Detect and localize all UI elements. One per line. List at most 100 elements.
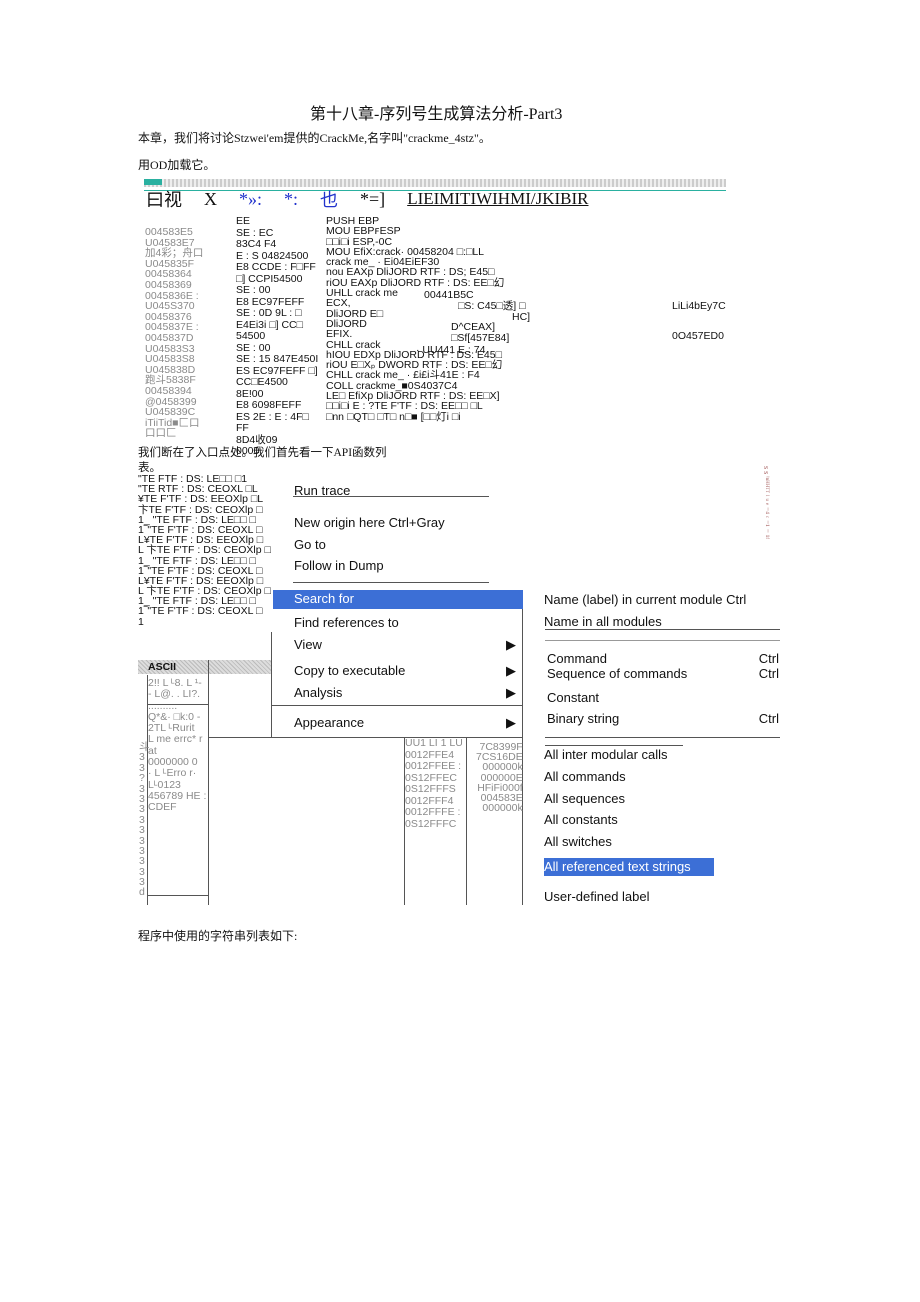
submenu-item[interactable]: All constants [544, 811, 776, 829]
load-paragraph: 用OD加载它。 [138, 158, 216, 172]
menu-item-label: Sequence of commands [547, 666, 688, 681]
stack-address: 0012FFFE : [405, 806, 461, 818]
submenu-item[interactable]: Binary string Ctrl [547, 710, 779, 728]
hex-cell: SE : 15 847E450I [236, 353, 319, 365]
menu-item-label: Binary string [547, 711, 620, 726]
context-menu-item[interactable]: Search for [273, 590, 523, 609]
hex-cell: E8 6098FEFF [236, 399, 302, 411]
context-menu-item[interactable]: Go to [294, 536, 504, 555]
context-menu-item[interactable]: Find references to [294, 614, 504, 633]
toolbar-button[interactable]: X [204, 189, 217, 210]
address-column: 004583E5 U04583E7 加4彩；舟口 U045835F 00458364 00… [145, 227, 203, 439]
toolbar: 曰视 X *»: *: 也 *=] LIEIMITIWIHMI/JKIBIR [146, 186, 588, 212]
submenu-arrow-icon: ▶ [506, 663, 516, 678]
menu-item-label: Name (label) in current module Ctrl [544, 592, 747, 607]
submenu-item[interactable]: All switches [544, 833, 776, 851]
side-vertical-text: s s ⁱⁿᴴᴴᵀᵀ ˡ ᵘ ᵉ ⁻⁴ ᶜ ⁻¹ ⁻ ¹ᶠ [762, 466, 771, 539]
dump-left-column: 斗 3 3? 3 3 3 3 3 3 3 3 3 3 d [139, 742, 150, 898]
hex-cell: SE : 0D 9L : □ [236, 307, 302, 319]
hex-column: EE SE : EC 83C4 F4 E : S 04824500 E8 CCDE : … [236, 216, 318, 458]
dump-row: - L@. . LI?. [148, 688, 201, 701]
context-menu-item[interactable]: Copy to executable ▶ [294, 662, 516, 681]
api-entry: 1‾"TE F'TF : DS: CEOXL □ [138, 605, 263, 618]
address-cell: 00458369 [145, 278, 192, 291]
menu-item-label: All constants [544, 812, 618, 827]
menu-item-shortcut: Ctrl [758, 666, 779, 681]
stack-address: 0012FFEE : [405, 760, 462, 772]
address-cell: 0045837D [145, 331, 194, 344]
instruction-column: PUSH EBP MOU EBPꜰESP □□i□i ESP,-0C MOU EfiX… [326, 216, 504, 422]
extra-text: D^CEAX] [451, 321, 496, 333]
menu-item-label: All referenced text strings [544, 859, 691, 874]
register-value: 0O457ED0 [672, 330, 724, 342]
dump-left-cell: ? [139, 772, 145, 785]
menu-item-label: All switches [544, 834, 612, 849]
intro-paragraph: 本章，我们将讨论Stzwei'em提供的CrackMe,名字叫"crackme_… [138, 131, 491, 145]
menu-item-label: All inter modular calls [544, 747, 668, 762]
menu-item-label: Command [547, 651, 607, 666]
mid-paragraph: 我们断在了入口点处。我们首先看一下API函数列 [138, 447, 387, 459]
app-icon [144, 179, 162, 185]
dump-header-ascii[interactable]: ASCII [148, 662, 176, 673]
api-list: "TE FTF : DS: LE□□ □1 "TE RTF : DS: CEOXL… [138, 474, 271, 627]
stack-value: 000000k [482, 802, 523, 815]
menu-item-label: New origin here Ctrl+Gray [294, 515, 445, 530]
menu-item-label: Find references to [294, 615, 399, 630]
toolbar-button[interactable]: *: [284, 189, 298, 210]
extra-text: □Sf[457E84] [451, 332, 510, 344]
context-menu-item[interactable]: New origin here Ctrl+Gray [294, 514, 504, 533]
menu-item-label: Name in all modules [544, 614, 662, 629]
hex-cell: SE : 00 [236, 284, 271, 296]
submenu-item[interactable]: User-defined label [544, 888, 776, 906]
dump-row: CDEF [148, 801, 177, 814]
hex-cell: EE [236, 215, 251, 227]
submenu-item[interactable]: All commands [544, 768, 776, 786]
api-entry: 1 [138, 615, 144, 628]
menu-item-shortcut: Ctrl [758, 711, 779, 726]
context-menu-item[interactable]: Appearance ▶ [294, 714, 516, 733]
submenu-item[interactable]: Constant [547, 689, 779, 707]
extra-text: □S: C45□透] □ [458, 300, 526, 312]
menu-item-label: Constant [547, 690, 600, 705]
address-cell: 口口匚 [145, 427, 177, 440]
toolbar-button[interactable]: LIEIMITIWIHMI/JKIBIR [407, 189, 588, 209]
address-cell: 00458394 [145, 384, 192, 397]
submenu-item[interactable]: Sequence of commands Ctrl [547, 665, 779, 683]
register-value: LiLi4bEy7C [672, 300, 726, 312]
submenu-arrow-icon: ▶ [506, 715, 516, 730]
address-cell: 004583E5 [145, 226, 193, 238]
submenu-arrow-icon: ▶ [506, 637, 516, 652]
toolbar-button[interactable]: *»: [239, 189, 262, 210]
page-title: 第十八章-序列号生成算法分析-Part3 [310, 106, 563, 123]
document-page: 第十八章-序列号生成算法分析-Part3 本章，我们将讨论Stzwei'em提供… [0, 0, 920, 1302]
hex-cell: 54500 [236, 330, 266, 342]
hex-cell: E8 CCDE : F□FF [236, 261, 316, 273]
dump-row: · L ᴸErro r· [148, 767, 197, 780]
instruction-cell: □nn □QT□ □T□ n□■ [□□灯i □i [326, 410, 461, 423]
menu-item-label: Go to [294, 537, 326, 552]
menu-item-label: All commands [544, 769, 626, 784]
submenu-item[interactable]: Name (label) in current module Ctrl [544, 591, 776, 609]
context-menu-item[interactable]: Run trace [294, 482, 504, 501]
menu-item-label: Analysis [294, 685, 343, 700]
footer-paragraph: 程序中使用的字符串列表如下: [138, 929, 298, 943]
submenu-item[interactable]: All inter modular calls [544, 746, 776, 764]
toolbar-button[interactable]: 曰视 [146, 186, 182, 212]
toolbar-button[interactable]: *=] [360, 189, 385, 210]
menu-item-label: All sequences [544, 791, 625, 806]
menu-item-label: View [294, 637, 322, 652]
dump-left-cell: d [139, 886, 145, 899]
context-menu-item[interactable]: View ▶ [294, 636, 516, 655]
submenu-item[interactable]: All referenced text strings [544, 858, 714, 876]
toolbar-button[interactable]: 也 [320, 186, 338, 212]
menu-item-label: Appearance [294, 715, 365, 730]
hex-cell: FF [236, 422, 249, 434]
menu-item-label: User-defined label [544, 889, 650, 904]
context-menu-item[interactable]: Follow in Dump [294, 557, 504, 576]
stack-address: UU1 LI 1 LU [405, 737, 463, 749]
menu-item-label: Follow in Dump [294, 558, 384, 573]
stack-address: 0S12FFFS [405, 783, 456, 795]
menu-item-label: Copy to executable [294, 663, 406, 678]
context-menu-item[interactable]: Analysis ▶ [294, 684, 516, 703]
submenu-item[interactable]: All sequences [544, 790, 776, 808]
